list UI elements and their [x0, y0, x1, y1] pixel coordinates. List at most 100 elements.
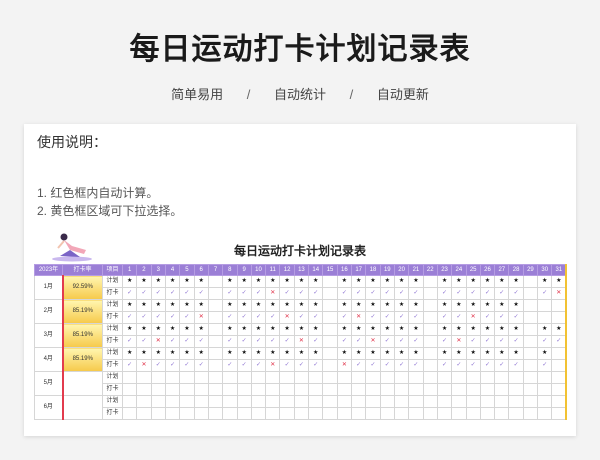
empty-day-cell[interactable]: [308, 371, 324, 384]
empty-day-cell[interactable]: [537, 299, 553, 312]
empty-day-cell[interactable]: [322, 275, 338, 288]
plan-star-cell[interactable]: ★: [250, 299, 267, 312]
empty-day-cell[interactable]: [494, 407, 510, 420]
plan-star-cell[interactable]: ★: [293, 275, 310, 288]
done-check-cell[interactable]: ✓: [150, 359, 166, 372]
plan-star-cell[interactable]: ★: [121, 323, 138, 336]
empty-day-cell[interactable]: [222, 395, 238, 408]
empty-day-cell[interactable]: [537, 371, 553, 384]
done-check-cell[interactable]: ✓: [222, 359, 238, 372]
plan-star-cell[interactable]: ★: [451, 275, 467, 288]
plan-star-cell[interactable]: ★: [408, 299, 424, 312]
plan-star-cell[interactable]: ★: [279, 347, 295, 360]
empty-day-cell[interactable]: [265, 371, 281, 384]
empty-day-cell[interactable]: [522, 299, 539, 312]
plan-star-cell[interactable]: ★: [379, 275, 395, 288]
empty-day-cell[interactable]: [322, 359, 338, 372]
done-check-cell[interactable]: ✓: [379, 311, 395, 324]
empty-day-cell[interactable]: [207, 335, 224, 348]
empty-day-cell[interactable]: [207, 395, 224, 408]
plan-star-cell[interactable]: ★: [193, 323, 209, 336]
empty-day-cell[interactable]: [422, 383, 438, 396]
empty-day-cell[interactable]: [408, 407, 424, 420]
empty-day-cell[interactable]: [522, 311, 539, 324]
plan-star-cell[interactable]: ★: [308, 299, 324, 312]
empty-day-cell[interactable]: [537, 395, 553, 408]
empty-day-cell[interactable]: [479, 371, 496, 384]
empty-day-cell[interactable]: [250, 371, 267, 384]
done-check-cell[interactable]: ✓: [537, 287, 553, 300]
plan-star-cell[interactable]: ★: [336, 275, 353, 288]
done-check-cell[interactable]: ✓: [365, 287, 381, 300]
empty-day-cell[interactable]: [207, 407, 224, 420]
empty-day-cell[interactable]: [522, 371, 539, 384]
empty-day-cell[interactable]: [150, 371, 166, 384]
plan-star-cell[interactable]: ★: [393, 323, 410, 336]
empty-day-cell[interactable]: [322, 323, 338, 336]
empty-day-cell[interactable]: [250, 383, 267, 396]
empty-day-cell[interactable]: [322, 383, 338, 396]
empty-day-cell[interactable]: [336, 383, 353, 396]
empty-day-cell[interactable]: [293, 407, 310, 420]
empty-day-cell[interactable]: [393, 383, 410, 396]
empty-day-cell[interactable]: [193, 371, 209, 384]
empty-day-cell[interactable]: [465, 371, 481, 384]
empty-day-cell[interactable]: [379, 407, 395, 420]
done-check-cell[interactable]: ✓: [308, 287, 324, 300]
plan-star-cell[interactable]: ★: [350, 275, 367, 288]
empty-day-cell[interactable]: [336, 395, 353, 408]
done-check-cell[interactable]: ✓: [408, 287, 424, 300]
done-check-cell[interactable]: ✓: [451, 311, 467, 324]
done-check-cell[interactable]: ✓: [121, 311, 138, 324]
plan-star-cell[interactable]: ★: [451, 323, 467, 336]
empty-day-cell[interactable]: [365, 395, 381, 408]
done-check-cell[interactable]: ✓: [293, 359, 310, 372]
done-check-cell[interactable]: ✓: [250, 287, 267, 300]
empty-day-cell[interactable]: [121, 407, 138, 420]
plan-star-cell[interactable]: ★: [350, 347, 367, 360]
empty-day-cell[interactable]: [365, 371, 381, 384]
empty-day-cell[interactable]: [236, 383, 252, 396]
empty-day-cell[interactable]: [164, 371, 181, 384]
plan-star-cell[interactable]: ★: [365, 347, 381, 360]
plan-star-cell[interactable]: ★: [393, 299, 410, 312]
plan-star-cell[interactable]: ★: [465, 299, 481, 312]
done-check-cell[interactable]: ✓: [150, 311, 166, 324]
empty-day-cell[interactable]: [393, 371, 410, 384]
done-check-cell[interactable]: ✓: [336, 287, 353, 300]
plan-star-cell[interactable]: ★: [465, 323, 481, 336]
plan-star-cell[interactable]: ★: [193, 275, 209, 288]
missed-cross-cell[interactable]: ✕: [265, 287, 281, 300]
done-check-cell[interactable]: ✓: [164, 287, 181, 300]
plan-star-cell[interactable]: ★: [379, 323, 395, 336]
plan-star-cell[interactable]: ★: [164, 299, 181, 312]
plan-star-cell[interactable]: ★: [121, 275, 138, 288]
done-check-cell[interactable]: ✓: [121, 335, 138, 348]
empty-day-cell[interactable]: [522, 323, 539, 336]
empty-day-cell[interactable]: [179, 395, 195, 408]
done-check-cell[interactable]: ✓: [222, 335, 238, 348]
plan-star-cell[interactable]: ★: [350, 323, 367, 336]
plan-star-cell[interactable]: ★: [179, 299, 195, 312]
plan-star-cell[interactable]: ★: [136, 275, 152, 288]
empty-day-cell[interactable]: [551, 311, 568, 324]
done-check-cell[interactable]: ✓: [350, 335, 367, 348]
plan-star-cell[interactable]: ★: [236, 275, 252, 288]
empty-day-cell[interactable]: [236, 395, 252, 408]
plan-star-cell[interactable]: ★: [136, 299, 152, 312]
empty-day-cell[interactable]: [379, 383, 395, 396]
plan-star-cell[interactable]: ★: [408, 347, 424, 360]
empty-day-cell[interactable]: [365, 383, 381, 396]
plan-star-cell[interactable]: ★: [336, 299, 353, 312]
plan-star-cell[interactable]: ★: [408, 323, 424, 336]
done-check-cell[interactable]: ✓: [293, 311, 310, 324]
empty-day-cell[interactable]: [150, 395, 166, 408]
empty-day-cell[interactable]: [207, 275, 224, 288]
plan-star-cell[interactable]: ★: [150, 275, 166, 288]
empty-day-cell[interactable]: [136, 407, 152, 420]
done-check-cell[interactable]: ✓: [379, 335, 395, 348]
empty-day-cell[interactable]: [537, 311, 553, 324]
empty-day-cell[interactable]: [207, 299, 224, 312]
empty-day-cell[interactable]: [222, 407, 238, 420]
done-check-cell[interactable]: ✓: [479, 359, 496, 372]
